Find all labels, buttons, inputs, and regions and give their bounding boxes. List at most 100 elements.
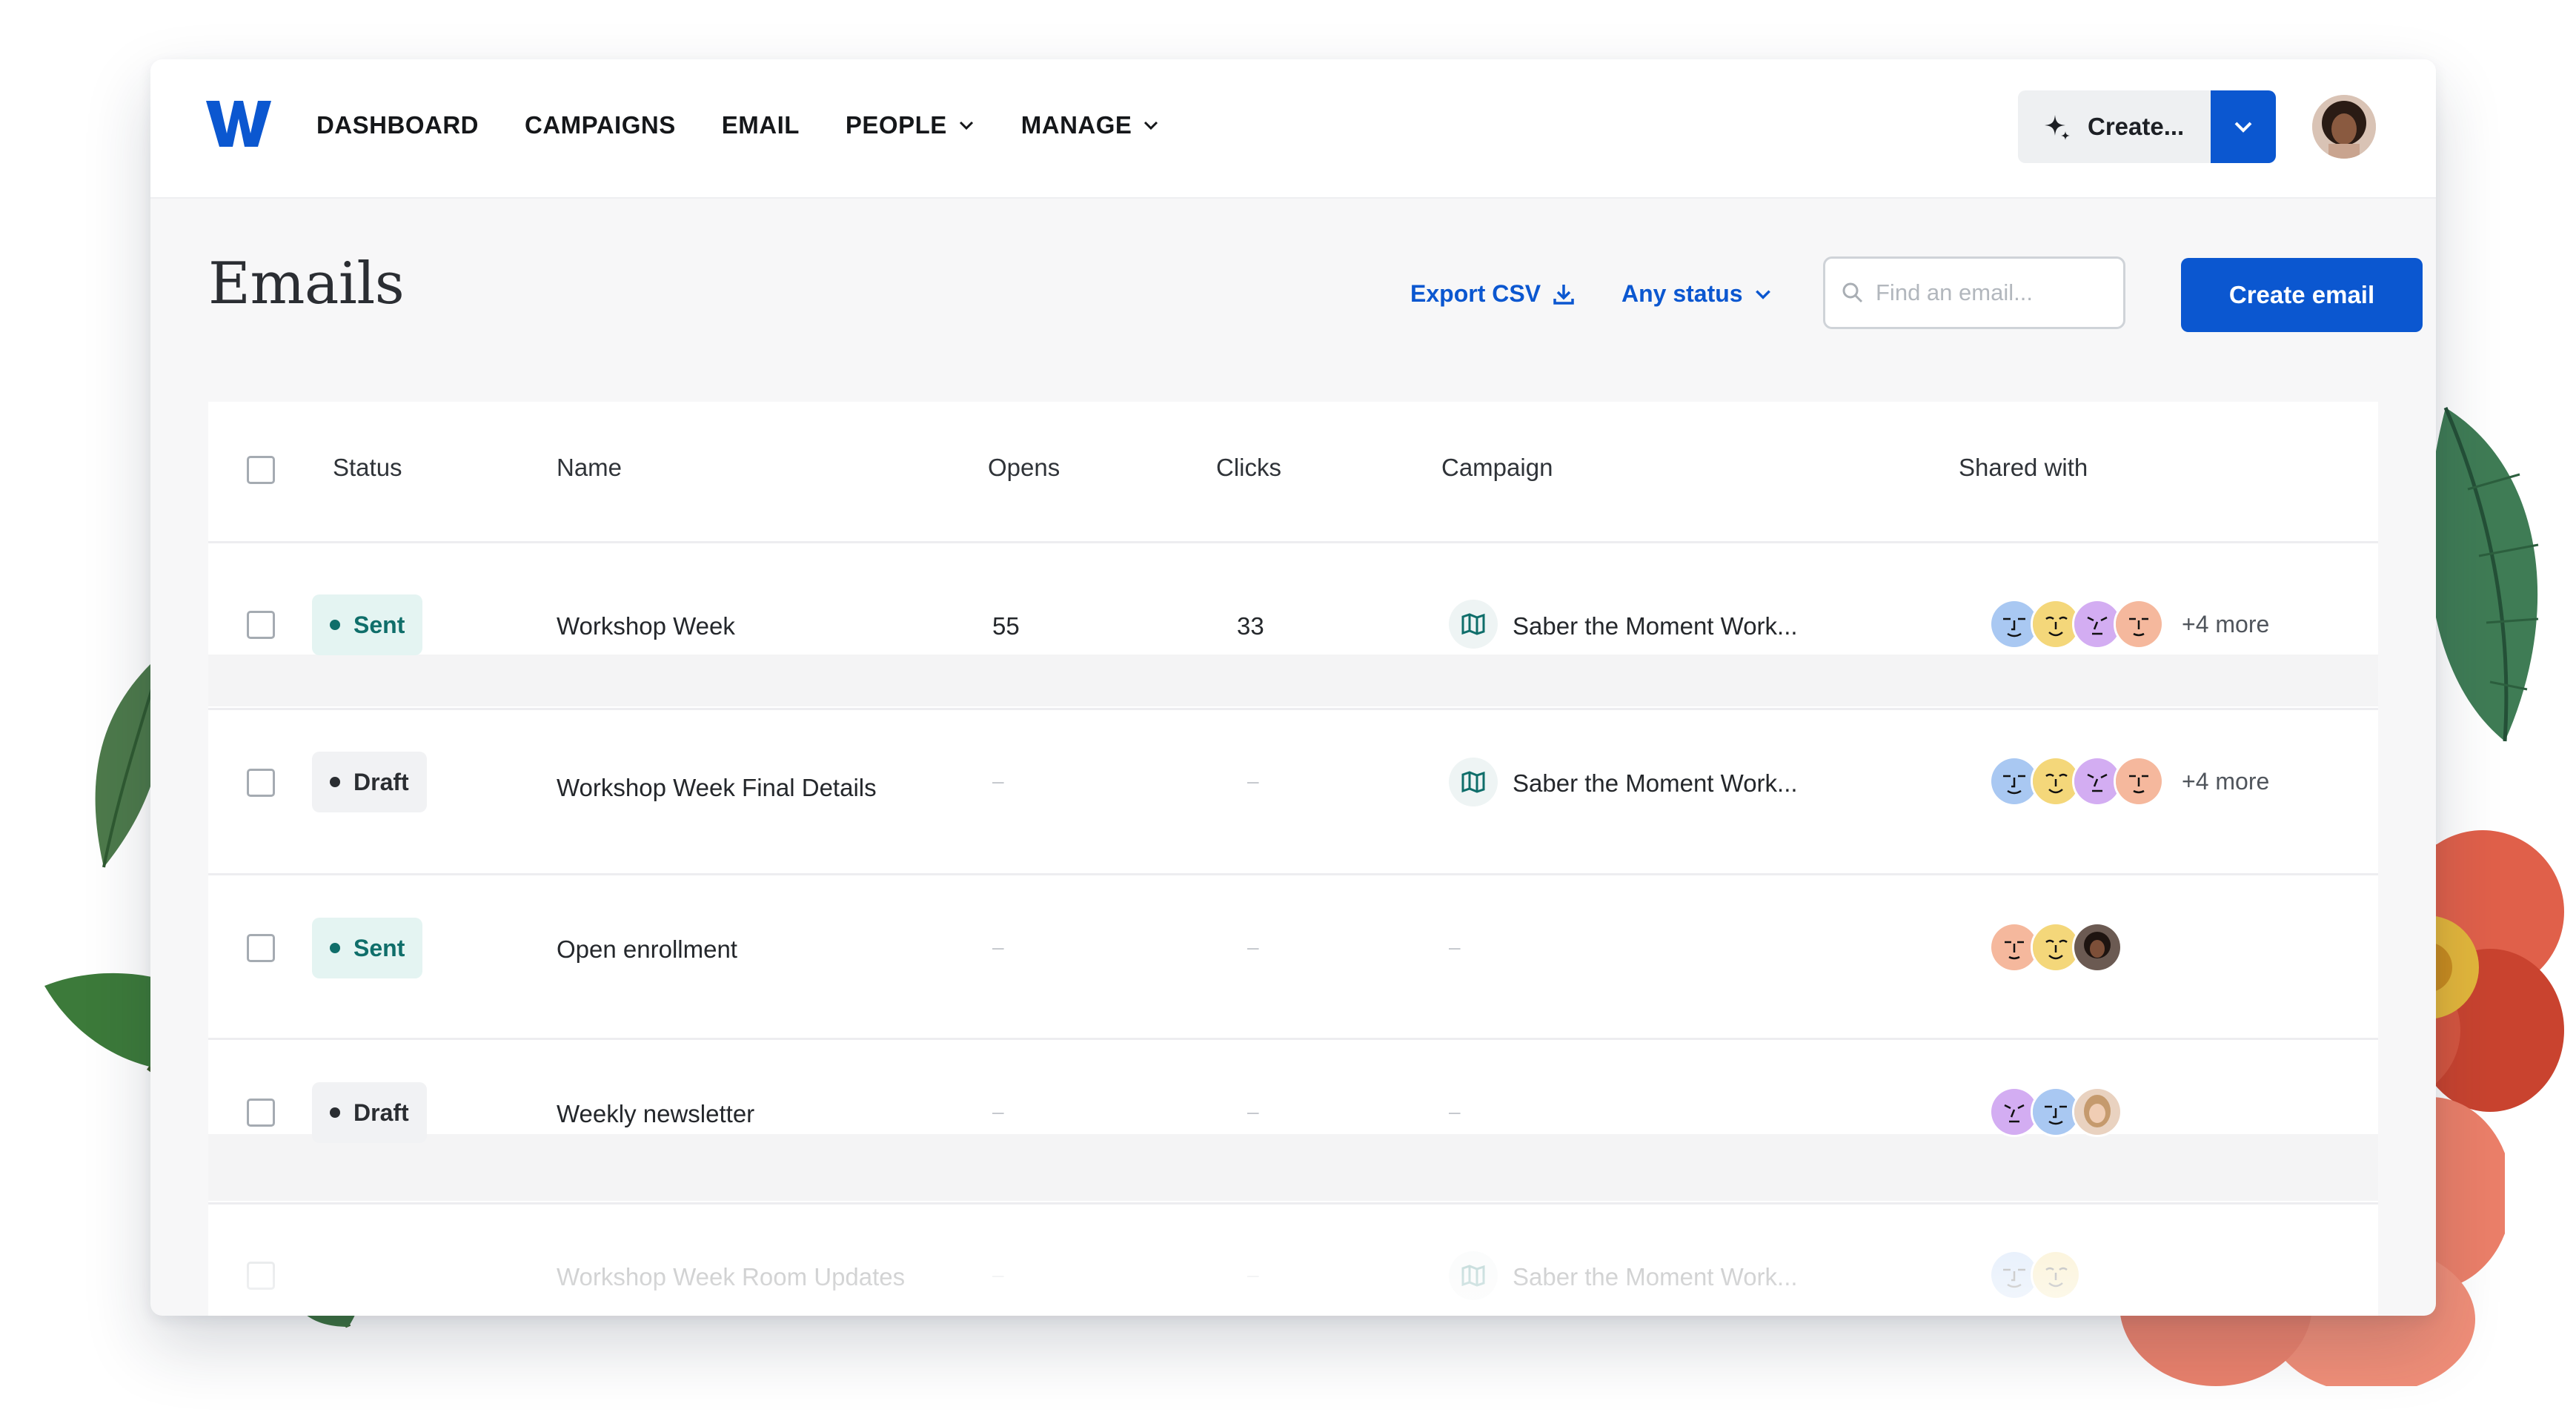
avatar-yellow-face-icon [2031,1250,2081,1300]
status-dot-icon [330,620,340,630]
leaf-decoration-icon [2428,407,2539,742]
opens-value: – [992,1100,1004,1123]
status-badge: Draft [312,752,427,812]
column-header-opens[interactable]: Opens [988,454,1060,482]
nav-campaigns-label: CAMPAIGNS [525,111,676,139]
search-field[interactable] [1823,256,2125,329]
table-row[interactable]: Draft Weekly newsletter – – – [208,1038,2378,1205]
table-row[interactable]: Sent Workshop Week 55 33 Saber the Momen… [208,543,2378,710]
user-avatar[interactable] [2312,95,2376,159]
chevron-down-icon [1755,289,1770,299]
nav-email[interactable]: EMAIL [722,111,800,139]
clicks-value: – [1247,1100,1259,1123]
table-row[interactable]: Draft Workshop Week Final Details – – Sa… [208,709,2378,875]
table-row[interactable]: Sent Open enrollment – – – [208,873,2378,1040]
column-header-status[interactable]: Status [333,454,402,482]
status-filter-dropdown[interactable]: Any status [1621,280,1773,308]
export-csv-link[interactable]: Export CSV [1410,280,1576,308]
status-label: Draft [353,1099,409,1126]
nav-dashboard[interactable]: DASHBOARD [316,111,479,139]
row-divider-band [208,1134,2378,1201]
shared-avatars[interactable] [1989,1087,2122,1137]
email-name-link[interactable]: Workshop Week [557,612,735,640]
nav-campaigns[interactable]: CAMPAIGNS [525,111,676,139]
clicks-value: – [1247,1263,1259,1286]
create-button[interactable]: Create... [2018,90,2211,163]
select-all-checkbox[interactable] [247,456,275,484]
clicks-value: – [1247,769,1259,792]
email-name-link[interactable]: Workshop Week Final Details [557,774,877,802]
w-logo-icon[interactable] [206,98,271,150]
top-navigation-bar: DASHBOARD CAMPAIGNS EMAIL PEOPLE MANAGE [150,59,2436,199]
row-checkbox[interactable] [247,1262,275,1290]
status-badge: Draft [312,1082,427,1143]
avatar-photo-icon [2072,1087,2122,1137]
status-dot-icon [330,777,340,787]
nav-manage-label: MANAGE [1020,111,1132,139]
row-checkbox[interactable] [247,769,275,797]
create-menu-toggle[interactable] [2211,90,2277,163]
campaign-value: – [1449,935,1461,958]
create-button-group: Create... [2018,90,2277,163]
status-label: Draft [353,768,409,795]
table-row[interactable]: Workshop Week Room Updates – – Saber the… [208,1202,2378,1316]
sparkle-icon [2045,115,2070,140]
nav-people[interactable]: PEOPLE [846,111,975,139]
clicks-value: – [1247,935,1259,958]
avatar-peach-face-icon [2114,756,2164,806]
main-nav: DASHBOARD CAMPAIGNS EMAIL PEOPLE MANAGE [316,111,1206,139]
status-dot-icon [330,1107,340,1118]
status-label: Sent [353,934,405,961]
shared-more-count[interactable]: +4 more [2182,768,2269,795]
chevron-down-icon [1144,121,1158,130]
campaign-flag-icon [1449,600,1498,649]
nav-people-label: PEOPLE [845,111,947,139]
campaign-value: – [1449,1100,1461,1123]
table-header: Status Name Opens Clicks Campaign Shared… [208,402,2378,543]
avatar-photo-icon [2072,922,2122,973]
email-name-link[interactable]: Workshop Week Room Updates [557,1263,905,1291]
column-header-name[interactable]: Name [557,454,622,482]
opens-value: – [992,935,1004,958]
status-badge: Sent [312,594,423,655]
search-input[interactable] [1874,279,2122,307]
campaign-link[interactable]: Saber the Moment Work... [1513,1263,1798,1291]
campaign-link[interactable]: Saber the Moment Work... [1513,612,1798,640]
opens-value: 55 [992,612,1020,640]
row-divider-band [208,655,2378,706]
status-filter-label: Any status [1621,280,1743,307]
create-email-button[interactable]: Create email [2181,258,2423,332]
shared-more-count[interactable]: +4 more [2182,611,2269,638]
row-checkbox[interactable] [247,1099,275,1127]
nav-manage[interactable]: MANAGE [1021,111,1161,139]
campaign-flag-icon [1449,758,1498,806]
page-title: Emails [208,251,405,317]
shared-avatars[interactable] [1989,922,2122,973]
shared-avatars[interactable]: +4 more [1989,756,2269,806]
app-window: DASHBOARD CAMPAIGNS EMAIL PEOPLE MANAGE [150,59,2436,1316]
nav-email-label: EMAIL [721,111,800,139]
chevron-down-icon [959,121,973,130]
email-name-link[interactable]: Weekly newsletter [557,1100,754,1128]
shared-avatars[interactable] [1989,1250,2081,1300]
campaign-flag-icon [1449,1251,1498,1300]
emails-table: Status Name Opens Clicks Campaign Shared… [208,402,2378,1316]
clicks-value: 33 [1237,612,1264,640]
column-header-campaign[interactable]: Campaign [1441,454,1553,482]
campaign-link[interactable]: Saber the Moment Work... [1513,769,1798,798]
user-photo-icon [2312,95,2376,159]
status-label: Sent [353,611,405,638]
email-name-link[interactable]: Open enrollment [557,935,737,964]
download-icon [1553,284,1574,305]
chevron-down-icon [2234,122,2252,133]
avatar-peach-face-icon [2114,599,2164,649]
row-checkbox[interactable] [247,934,275,962]
nav-dashboard-label: DASHBOARD [316,111,479,139]
create-button-label: Create... [2088,113,2185,140]
export-csv-label: Export CSV [1410,280,1541,307]
column-header-clicks[interactable]: Clicks [1216,454,1281,482]
shared-avatars[interactable]: +4 more [1989,599,2269,649]
status-badge: Sent [312,918,423,978]
column-header-shared-with[interactable]: Shared with [1959,454,2088,482]
row-checkbox[interactable] [247,611,275,639]
